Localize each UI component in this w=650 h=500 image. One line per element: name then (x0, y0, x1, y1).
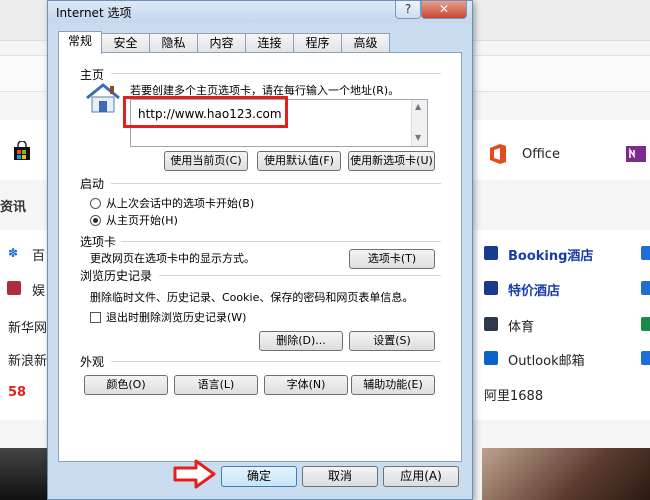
startup-label: 启动 (80, 177, 105, 191)
home-page-label: 主页 (80, 68, 105, 82)
cancel-button[interactable]: 取消 (302, 466, 378, 487)
center-link-5[interactable]: 阿里1688 (484, 385, 543, 404)
delete-on-exit-label[interactable]: 退出时删除浏览历史记录(W) (106, 309, 246, 325)
pointer-arrow-icon (172, 458, 218, 490)
startup-home-page-radio[interactable] (90, 215, 101, 226)
tab-general[interactable]: 常规 (58, 31, 102, 54)
delete-history-button[interactable]: 删除(D)... (259, 331, 343, 351)
appearance-label: 外观 (80, 355, 105, 369)
tabs-settings-button[interactable]: 选项卡(T) (349, 249, 435, 269)
hotel-icon (484, 281, 498, 295)
history-settings-button[interactable]: 设置(S) (349, 331, 435, 351)
outlook-icon (484, 351, 498, 365)
dialog-titlebar[interactable]: Internet 选项 ? ✕ (48, 1, 472, 23)
left-link-4[interactable]: 新浪新 (8, 350, 47, 369)
tab-programs[interactable]: 程序 (293, 33, 342, 53)
center-link-3[interactable]: 体育 (508, 316, 534, 335)
tab-bar: 常规 安全 隐私 内容 连接 程序 高级 (58, 31, 458, 54)
center-link-2[interactable]: 特价酒店 (508, 280, 560, 299)
right-edge-icon-4 (641, 351, 650, 365)
history-description: 删除临时文件、历史记录、Cookie、保存的密码和网页表单信息。 (90, 291, 414, 304)
booking-icon (484, 246, 498, 260)
accessibility-button[interactable]: 辅助功能(E) (351, 375, 435, 395)
right-edge-icon-2 (641, 281, 650, 295)
house-icon (84, 82, 122, 114)
center-link-1[interactable]: Booking酒店 (508, 245, 593, 264)
help-button[interactable]: ? (395, 1, 421, 19)
news-heading: 资讯 (0, 200, 27, 215)
right-edge-icon-3 (641, 317, 650, 331)
trophy-icon (484, 317, 498, 331)
home-divider (111, 73, 441, 74)
scroll-down-arrow-icon[interactable]: ▼ (415, 133, 421, 142)
left-link-5[interactable]: 58 (8, 385, 26, 400)
url-highlight-annotation (123, 96, 288, 128)
left-link-3[interactable]: 新华网 (8, 317, 47, 336)
dialog-title: Internet 选项 (56, 6, 132, 20)
entertainment-icon (7, 281, 21, 295)
close-button[interactable]: ✕ (421, 1, 467, 19)
ok-button[interactable]: 确定 (221, 466, 297, 487)
fonts-button[interactable]: 字体(N) (264, 375, 348, 395)
left-link-2[interactable]: 娱 (32, 280, 45, 299)
home-page-scrollbar[interactable]: ▲ ▼ (411, 100, 427, 146)
apply-button[interactable]: 应用(A) (383, 466, 459, 487)
internet-options-dialog: Internet 选项 ? ✕ 常规 安全 隐私 内容 连接 程序 高级 主页 … (47, 0, 473, 500)
delete-on-exit-checkbox[interactable] (90, 312, 101, 323)
colors-button[interactable]: 颜色(O) (84, 375, 168, 395)
tab-security[interactable]: 安全 (101, 33, 150, 53)
languages-button[interactable]: 语言(L) (174, 375, 258, 395)
tab-privacy[interactable]: 隐私 (149, 33, 198, 53)
thumbnail-image-right[interactable] (482, 448, 650, 500)
use-new-tab-button[interactable]: 使用新选项卡(U) (348, 151, 435, 171)
tabs-section-label: 选项卡 (80, 235, 117, 249)
center-link-4[interactable]: Outlook邮箱 (508, 350, 585, 369)
startup-divider (111, 183, 441, 184)
paw-icon: ✽ (8, 246, 19, 260)
history-label: 浏览历史记录 (80, 269, 153, 283)
startup-home-page-label[interactable]: 从主页开始(H) (106, 212, 178, 228)
thumbnail-image-left[interactable] (0, 448, 50, 500)
office-icon[interactable] (488, 143, 508, 165)
office-link[interactable]: Office (522, 147, 560, 162)
history-divider (159, 275, 441, 276)
left-link-1[interactable]: 百 (32, 245, 45, 264)
tab-advanced[interactable]: 高级 (341, 33, 390, 53)
use-current-button[interactable]: 使用当前页(C) (164, 151, 248, 171)
store-icon[interactable] (12, 140, 32, 161)
scroll-up-arrow-icon[interactable]: ▲ (415, 102, 421, 111)
startup-last-session-label[interactable]: 从上次会话中的选项卡开始(B) (106, 195, 254, 211)
tabs-description: 更改网页在选项卡中的显示方式。 (90, 252, 255, 265)
startup-last-session-radio[interactable] (90, 198, 101, 209)
tab-content[interactable]: 内容 (197, 33, 246, 53)
tab-connections[interactable]: 连接 (245, 33, 294, 53)
appearance-divider (111, 361, 441, 362)
right-edge-icon-1 (641, 246, 650, 260)
tabs-divider (121, 241, 441, 242)
use-default-button[interactable]: 使用默认值(F) (257, 151, 341, 171)
onenote-icon[interactable] (625, 144, 647, 164)
